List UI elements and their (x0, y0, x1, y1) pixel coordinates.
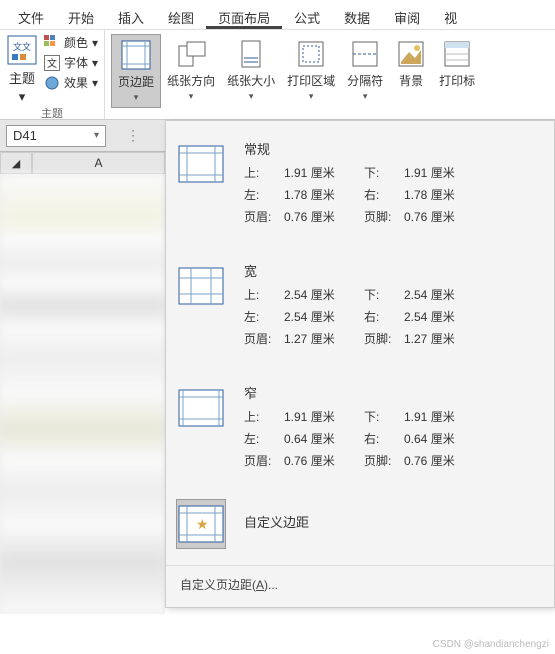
menu-data[interactable]: 数据 (332, 4, 382, 29)
preset-name: 窄 (244, 383, 540, 402)
margin-normal-icon (176, 139, 226, 189)
menubar: 文件 开始 插入 绘图 页面布局 公式 数据 审阅 视 (0, 0, 555, 30)
colors-icon (44, 35, 60, 51)
preset-values: 上:2.54 厘米下:2.54 厘米 左:2.54 厘米右:2.54 厘米 页眉… (244, 286, 540, 347)
menu-view[interactable]: 视 (432, 4, 469, 29)
margins-dropdown: 常规 上:1.91 厘米下:1.91 厘米 左:1.78 厘米右:1.78 厘米… (165, 120, 555, 608)
margins-button[interactable]: 页边距▾ (111, 34, 161, 108)
menu-review[interactable]: 审阅 (382, 4, 432, 29)
watermark: CSDN @shandianchengzi (433, 639, 549, 650)
svg-text:★: ★ (196, 516, 209, 532)
page-size-icon (235, 38, 267, 70)
preset-name: 宽 (244, 261, 540, 280)
orientation-icon (175, 38, 207, 70)
print-area-button[interactable]: 打印区域▾ (281, 34, 341, 106)
breaks-button[interactable]: 分隔符▾ (341, 34, 389, 106)
column-header-a[interactable]: A (32, 152, 165, 174)
custom-margins-menu-item[interactable]: 自定义页边距(A)... (166, 565, 554, 607)
menu-insert[interactable]: 插入 (106, 4, 156, 29)
name-box-bar: D41 ▾ ⋮ (0, 120, 165, 152)
ribbon-group-page-setup: 页边距▾ 纸张方向▾ 纸张大小▾ 打印区域▾ 分隔符▾ 背景 打印标 (105, 30, 487, 119)
margin-wide-icon (176, 261, 226, 311)
print-area-icon (295, 38, 327, 70)
custom-label: 自定义边距 (244, 512, 309, 531)
margins-icon (120, 39, 152, 71)
menu-home[interactable]: 开始 (56, 4, 106, 29)
ribbon-group-theme: 文文 主题 ▾ 颜色▾ 文 字体▾ 效果▾ 主题 (0, 30, 105, 119)
effects-button[interactable]: 效果▾ (44, 74, 98, 91)
colors-button[interactable]: 颜色▾ (44, 34, 98, 51)
margin-custom-icon: ★ (176, 499, 226, 549)
menu-file[interactable]: 文件 (6, 4, 56, 29)
preset-name: 常规 (244, 139, 540, 158)
themes-label: 主题 (9, 68, 35, 87)
sheet-preview (0, 174, 165, 614)
margin-preset-normal[interactable]: 常规 上:1.91 厘米下:1.91 厘米 左:1.78 厘米右:1.78 厘米… (166, 121, 554, 243)
menu-draw[interactable]: 绘图 (156, 4, 206, 29)
margin-preset-narrow[interactable]: 窄 上:1.91 厘米下:1.91 厘米 左:0.64 厘米右:0.64 厘米 … (166, 365, 554, 487)
fonts-icon: 文 (44, 55, 60, 71)
print-titles-button[interactable]: 打印标 (433, 34, 481, 93)
name-box[interactable]: D41 ▾ (6, 125, 106, 147)
breaks-icon (349, 38, 381, 70)
background-icon (395, 38, 427, 70)
margin-narrow-icon (176, 383, 226, 433)
orientation-button[interactable]: 纸张方向▾ (161, 34, 221, 106)
effects-icon (44, 75, 60, 91)
fonts-button[interactable]: 文 字体▾ (44, 54, 98, 71)
themes-icon: 文文 (6, 34, 38, 66)
svg-text:文文: 文文 (13, 41, 31, 52)
preset-values: 上:1.91 厘米下:1.91 厘米 左:0.64 厘米右:0.64 厘米 页眉… (244, 408, 540, 469)
select-all-corner[interactable]: ◢ (0, 152, 32, 174)
preset-values: 上:1.91 厘米下:1.91 厘米 左:1.78 厘米右:1.78 厘米 页眉… (244, 164, 540, 225)
column-headers: ◢ A (0, 152, 165, 174)
cell-reference: D41 (13, 128, 37, 143)
themes-button[interactable]: 文文 主题 ▾ (6, 34, 38, 105)
size-button[interactable]: 纸张大小▾ (221, 34, 281, 106)
menu-page-layout[interactable]: 页面布局 (206, 4, 282, 29)
margin-preset-custom[interactable]: ★ 自定义边距 (166, 487, 554, 565)
chevron-down-icon: ▾ (19, 89, 26, 105)
ribbon: 文文 主题 ▾ 颜色▾ 文 字体▾ 效果▾ 主题 (0, 30, 555, 120)
background-button[interactable]: 背景 (389, 34, 433, 93)
menu-formulas[interactable]: 公式 (282, 4, 332, 29)
more-icon[interactable]: ⋮ (126, 127, 141, 144)
margin-preset-wide[interactable]: 宽 上:2.54 厘米下:2.54 厘米 左:2.54 厘米右:2.54 厘米 … (166, 243, 554, 365)
print-titles-icon (441, 38, 473, 70)
chevron-down-icon: ▾ (94, 130, 99, 141)
